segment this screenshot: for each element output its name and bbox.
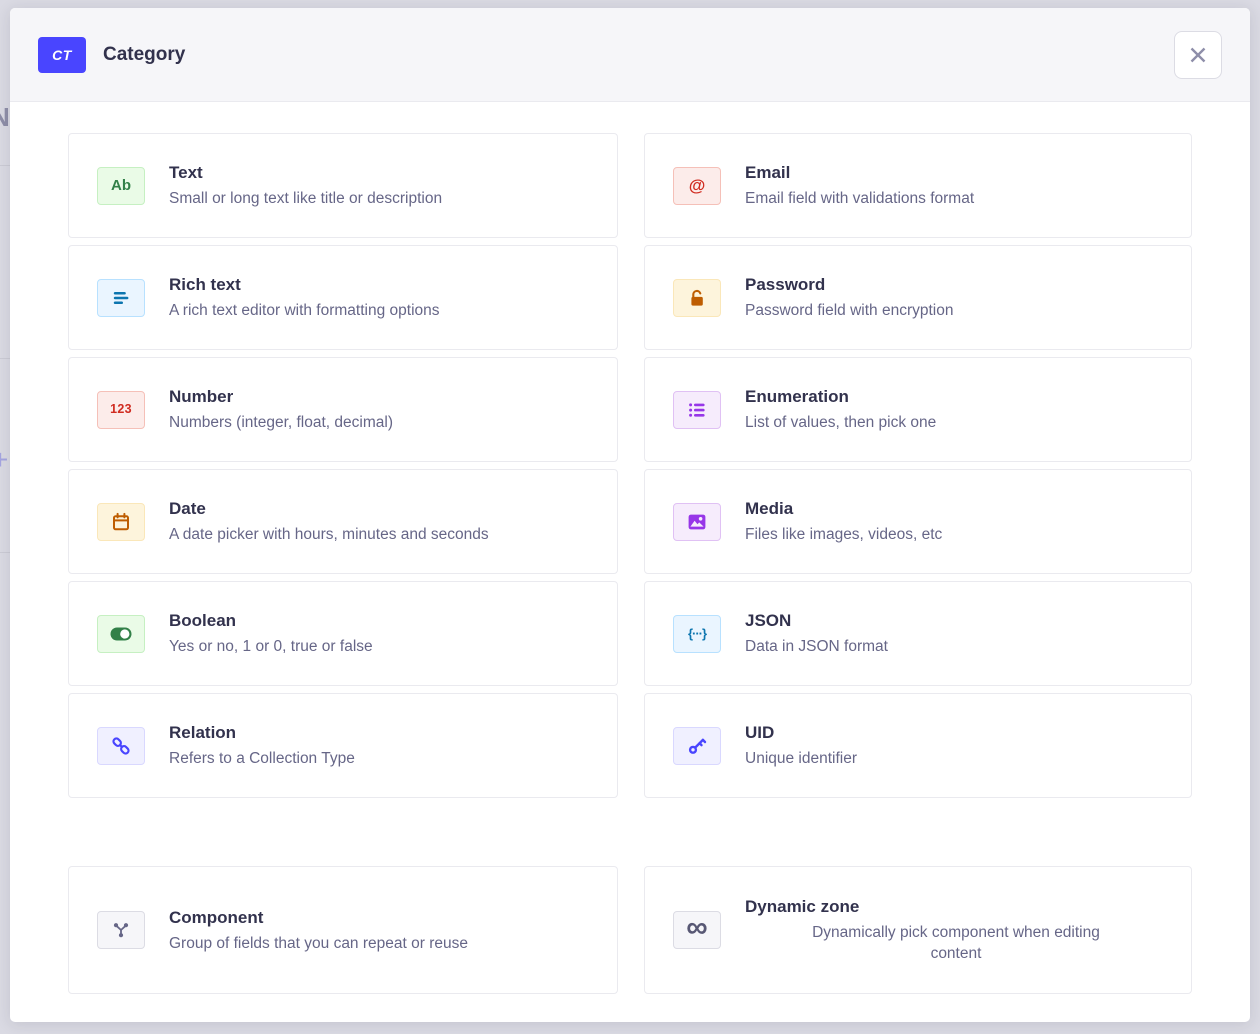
field-title: Component <box>169 907 593 929</box>
field-description: A date picker with hours, minutes and se… <box>169 524 593 545</box>
date-calendar-icon <box>97 503 145 541</box>
field-card-text: Number Numbers (integer, float, decimal) <box>169 386 593 433</box>
field-title: Relation <box>169 722 593 744</box>
text-icon-glyph: Ab <box>111 178 131 193</box>
email-icon: @ <box>673 167 721 205</box>
field-description: Data in JSON format <box>745 636 1167 657</box>
field-title: Boolean <box>169 610 593 632</box>
field-title: Media <box>745 498 1167 520</box>
media-picture-icon <box>673 503 721 541</box>
password-lock-icon <box>673 279 721 317</box>
component-share-icon <box>97 911 145 949</box>
field-card-text: Component Group of fields that you can re… <box>169 907 593 954</box>
field-card-date[interactable]: Date A date picker with hours, minutes an… <box>68 469 618 574</box>
field-card-number[interactable]: 123 Number Numbers (integer, float, decima… <box>68 357 618 462</box>
field-card-dynamiczone[interactable]: ∞ Dynamic zone Dynamically pick component … <box>644 866 1192 994</box>
field-description: Refers to a Collection Type <box>169 748 593 769</box>
json-braces-icon-glyph: {···} <box>688 627 706 640</box>
field-card-text: Text Small or long text like title or des… <box>169 162 593 209</box>
field-title: Number <box>169 386 593 408</box>
field-card-uid[interactable]: UID Unique identifier <box>644 693 1192 798</box>
dynamic-zone-infinity-icon: ∞ <box>673 911 721 949</box>
page-backdrop: { "backdrop": { "partial_letter": "N", "… <box>0 0 1260 1034</box>
field-card-richtext[interactable]: Rich text A rich text editor with formatt… <box>68 245 618 350</box>
field-card-text: Rich text A rich text editor with formatt… <box>169 274 593 321</box>
backdrop-partial-plus-icon: + <box>0 444 8 476</box>
field-card-boolean[interactable]: Boolean Yes or no, 1 or 0, true or false <box>68 581 618 686</box>
field-card-component[interactable]: Component Group of fields that you can re… <box>68 866 618 994</box>
content-type-badge: CT <box>38 37 86 73</box>
backdrop-divider <box>0 165 10 166</box>
field-card-text: Dynamic zone Dynamically pick component w… <box>745 896 1167 964</box>
field-card-relation[interactable]: Relation Refers to a Collection Type <box>68 693 618 798</box>
field-card-text: Password Password field with encryption <box>745 274 1167 321</box>
close-button[interactable] <box>1174 31 1222 79</box>
close-icon <box>1187 44 1209 66</box>
field-description: Group of fields that you can repeat or r… <box>169 933 593 954</box>
field-title: Email <box>745 162 1167 184</box>
backdrop-partial-letter: N <box>0 102 10 133</box>
backdrop-divider <box>0 552 10 553</box>
text-icon: Ab <box>97 167 145 205</box>
email-icon-glyph: @ <box>689 177 706 194</box>
enumeration-list-icon <box>673 391 721 429</box>
field-types-grid: Ab Text Small or long text like title or d… <box>68 133 1192 798</box>
field-description: Password field with encryption <box>745 300 1167 321</box>
field-description: Unique identifier <box>745 748 1167 769</box>
field-title: UID <box>745 722 1167 744</box>
rich-text-icon <box>97 279 145 317</box>
modal-body: Ab Text Small or long text like title or d… <box>10 102 1250 994</box>
field-title: JSON <box>745 610 1167 632</box>
uid-key-icon <box>673 727 721 765</box>
field-type-picker-modal: CT Category Ab Text Small or long text lik… <box>10 8 1250 1022</box>
field-card-text: JSON Data in JSON format <box>745 610 1167 657</box>
boolean-toggle-icon <box>97 615 145 653</box>
field-card-enumeration[interactable]: Enumeration List of values, then pick one <box>644 357 1192 462</box>
field-card-media[interactable]: Media Files like images, videos, etc <box>644 469 1192 574</box>
modal-title: Category <box>103 44 185 66</box>
modal-header: CT Category <box>10 8 1250 102</box>
field-card-text: Relation Refers to a Collection Type <box>169 722 593 769</box>
field-title: Password <box>745 274 1167 296</box>
field-card-text: Email Email field with validations format <box>745 162 1167 209</box>
field-title: Enumeration <box>745 386 1167 408</box>
zone-types-grid: Component Group of fields that you can re… <box>68 866 1192 994</box>
field-card-text: Boolean Yes or no, 1 or 0, true or false <box>169 610 593 657</box>
field-card-json[interactable]: {···} JSON Data in JSON format <box>644 581 1192 686</box>
field-title: Dynamic zone <box>745 896 1167 918</box>
field-description: Small or long text like title or descrip… <box>169 188 593 209</box>
dynamic-zone-infinity-icon-glyph: ∞ <box>686 913 707 943</box>
field-description: Dynamically pick component when editing … <box>786 922 1126 964</box>
field-card-text: Date A date picker with hours, minutes an… <box>169 498 593 545</box>
field-title: Rich text <box>169 274 593 296</box>
field-description: List of values, then pick one <box>745 412 1167 433</box>
field-description: Yes or no, 1 or 0, true or false <box>169 636 593 657</box>
field-card-text[interactable]: Ab Text Small or long text like title or d… <box>68 133 618 238</box>
field-card-text: UID Unique identifier <box>745 722 1167 769</box>
field-title: Date <box>169 498 593 520</box>
field-description: Email field with validations format <box>745 188 1167 209</box>
field-card-email[interactable]: @ Email Email field with validations forma… <box>644 133 1192 238</box>
relation-chain-icon <box>97 727 145 765</box>
json-braces-icon: {···} <box>673 615 721 653</box>
field-card-text: Media Files like images, videos, etc <box>745 498 1167 545</box>
backdrop-divider <box>0 358 10 359</box>
field-card-text: Enumeration List of values, then pick one <box>745 386 1167 433</box>
number-icon-glyph: 123 <box>110 403 132 416</box>
field-description: Numbers (integer, float, decimal) <box>169 412 593 433</box>
field-description: A rich text editor with formatting optio… <box>169 300 593 321</box>
field-description: Files like images, videos, etc <box>745 524 1167 545</box>
field-title: Text <box>169 162 593 184</box>
field-card-password[interactable]: Password Password field with encryption <box>644 245 1192 350</box>
number-icon: 123 <box>97 391 145 429</box>
